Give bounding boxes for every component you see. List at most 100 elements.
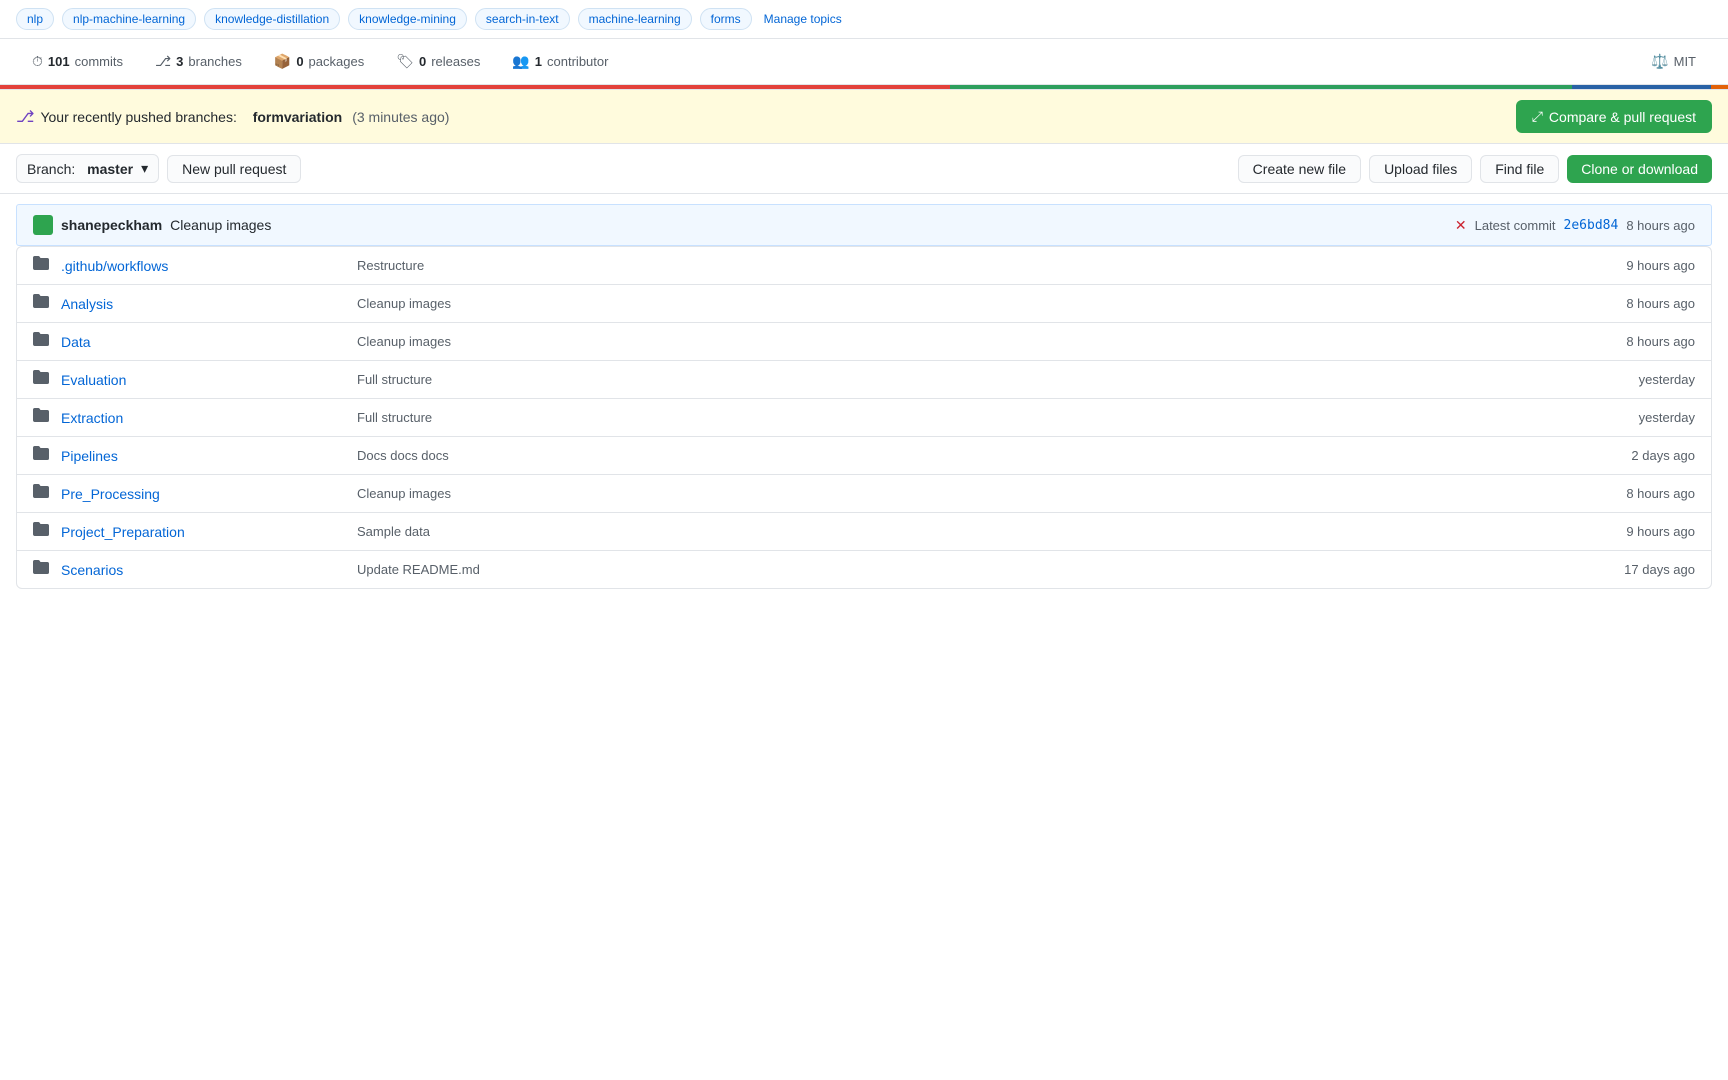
- file-name[interactable]: Project_Preparation: [61, 524, 341, 540]
- find-file-button[interactable]: Find file: [1480, 155, 1559, 183]
- branches-stat[interactable]: ⎇ 3 branches: [139, 47, 258, 76]
- tags-row: nlp nlp-machine-learning knowledge-disti…: [0, 0, 1728, 39]
- contributors-count: 1: [535, 54, 542, 69]
- file-time: 8 hours ago: [1575, 334, 1695, 349]
- stats-row: ⏱ 101 commits ⎇ 3 branches 📦 0 packages …: [0, 39, 1728, 85]
- license-label: MIT: [1674, 54, 1696, 69]
- folder-icon: [33, 293, 53, 314]
- file-table: .github/workflowsRestructure9 hours agoA…: [16, 246, 1712, 589]
- tag-forms[interactable]: forms: [700, 8, 752, 30]
- tag-nlp[interactable]: nlp: [16, 8, 54, 30]
- releases-label: releases: [431, 54, 480, 69]
- file-commit: Cleanup images: [341, 334, 1575, 349]
- releases-icon: 🏷: [396, 53, 414, 70]
- clone-or-download-button[interactable]: Clone or download: [1567, 155, 1712, 183]
- folder-icon: [33, 407, 53, 428]
- file-time: 8 hours ago: [1575, 296, 1695, 311]
- latest-commit-label: Latest commit: [1475, 218, 1556, 233]
- commit-author[interactable]: shanepeckham: [61, 217, 162, 233]
- lang-bar-blue: [1572, 85, 1710, 89]
- contributors-label: contributor: [547, 54, 608, 69]
- folder-icon: [33, 255, 53, 276]
- current-branch: master: [87, 161, 133, 177]
- releases-stat[interactable]: 🏷 0 releases: [380, 47, 496, 76]
- commit-bar-right: ✕ Latest commit 2e6bd84 8 hours ago: [1455, 217, 1695, 234]
- lang-bar-orange: [1711, 85, 1728, 89]
- commit-hash[interactable]: 2e6bd84: [1564, 218, 1619, 233]
- file-name[interactable]: Evaluation: [61, 372, 341, 388]
- table-row: EvaluationFull structureyesterday: [17, 361, 1711, 399]
- file-time: 8 hours ago: [1575, 486, 1695, 501]
- table-row: .github/workflowsRestructure9 hours ago: [17, 247, 1711, 285]
- file-name[interactable]: Data: [61, 334, 341, 350]
- compare-pull-request-button[interactable]: ⤢ Compare & pull request: [1516, 100, 1712, 133]
- upload-files-button[interactable]: Upload files: [1369, 155, 1472, 183]
- push-time: (3 minutes ago): [352, 109, 449, 125]
- fail-status-icon: ✕: [1455, 217, 1467, 234]
- file-commit: Docs docs docs: [341, 448, 1575, 463]
- branches-count: 3: [176, 54, 183, 69]
- table-row: ScenariosUpdate README.md17 days ago: [17, 551, 1711, 588]
- file-commit: Update README.md: [341, 562, 1575, 577]
- packages-count: 0: [296, 54, 303, 69]
- branches-icon: ⎇: [155, 53, 171, 70]
- new-pull-request-button[interactable]: New pull request: [167, 155, 301, 183]
- contributors-stat[interactable]: 👥 1 contributor: [496, 47, 624, 76]
- file-commit: Full structure: [341, 410, 1575, 425]
- push-notif-prefix: Your recently pushed branches:: [40, 109, 236, 125]
- folder-icon: [33, 331, 53, 352]
- table-row: AnalysisCleanup images8 hours ago: [17, 285, 1711, 323]
- file-name[interactable]: Extraction: [61, 410, 341, 426]
- file-time: 9 hours ago: [1575, 524, 1695, 539]
- folder-icon: [33, 521, 53, 542]
- contributors-icon: 👥: [512, 53, 529, 70]
- table-row: PipelinesDocs docs docs2 days ago: [17, 437, 1711, 475]
- push-notif-left: ⎇ Your recently pushed branches: formvar…: [16, 107, 449, 127]
- table-row: Pre_ProcessingCleanup images8 hours ago: [17, 475, 1711, 513]
- tag-knowledge-distillation[interactable]: knowledge-distillation: [204, 8, 340, 30]
- chevron-down-icon: ▾: [141, 160, 148, 177]
- create-new-file-button[interactable]: Create new file: [1238, 155, 1361, 183]
- branch-selector[interactable]: Branch: master ▾: [16, 154, 159, 183]
- toolbar-right-actions: Create new file Upload files Find file C…: [1238, 155, 1712, 183]
- tag-search-in-text[interactable]: search-in-text: [475, 8, 570, 30]
- folder-icon: [33, 369, 53, 390]
- manage-topics-button[interactable]: Manage topics: [764, 12, 842, 26]
- table-row: DataCleanup images8 hours ago: [17, 323, 1711, 361]
- commit-bar: shanepeckham Cleanup images ✕ Latest com…: [16, 204, 1712, 246]
- branch-push-icon: ⎇: [16, 107, 34, 127]
- file-name[interactable]: Pipelines: [61, 448, 341, 464]
- file-name[interactable]: .github/workflows: [61, 258, 341, 274]
- tag-machine-learning[interactable]: machine-learning: [578, 8, 692, 30]
- commits-label: commits: [75, 54, 123, 69]
- language-bar: [0, 85, 1728, 89]
- folder-icon: [33, 445, 53, 466]
- commits-count: 101: [48, 54, 70, 69]
- table-row: Project_PreparationSample data9 hours ag…: [17, 513, 1711, 551]
- file-time: 9 hours ago: [1575, 258, 1695, 273]
- pushed-branch-name[interactable]: formvariation: [253, 109, 342, 125]
- lang-bar-green: [950, 85, 1572, 89]
- file-name[interactable]: Pre_Processing: [61, 486, 341, 502]
- branch-prefix: Branch:: [27, 161, 75, 177]
- push-notification: ⎇ Your recently pushed branches: formvar…: [0, 89, 1728, 144]
- commits-icon: ⏱: [32, 53, 43, 70]
- file-name[interactable]: Scenarios: [61, 562, 341, 578]
- lang-bar-red: [0, 85, 950, 89]
- packages-label: packages: [309, 54, 365, 69]
- file-name[interactable]: Analysis: [61, 296, 341, 312]
- branches-label: branches: [188, 54, 241, 69]
- tag-nlp-ml[interactable]: nlp-machine-learning: [62, 8, 196, 30]
- file-commit: Full structure: [341, 372, 1575, 387]
- file-commit: Restructure: [341, 258, 1575, 273]
- folder-icon: [33, 559, 53, 580]
- file-commit: Cleanup images: [341, 296, 1575, 311]
- packages-stat[interactable]: 📦 0 packages: [258, 47, 380, 76]
- packages-icon: 📦: [274, 53, 291, 70]
- commit-message: Cleanup images: [170, 217, 271, 233]
- license-stat[interactable]: ⚖️ MIT: [1635, 47, 1712, 76]
- file-time: 17 days ago: [1575, 562, 1695, 577]
- commits-stat[interactable]: ⏱ 101 commits: [16, 47, 139, 76]
- tag-knowledge-mining[interactable]: knowledge-mining: [348, 8, 467, 30]
- avatar: [33, 215, 53, 235]
